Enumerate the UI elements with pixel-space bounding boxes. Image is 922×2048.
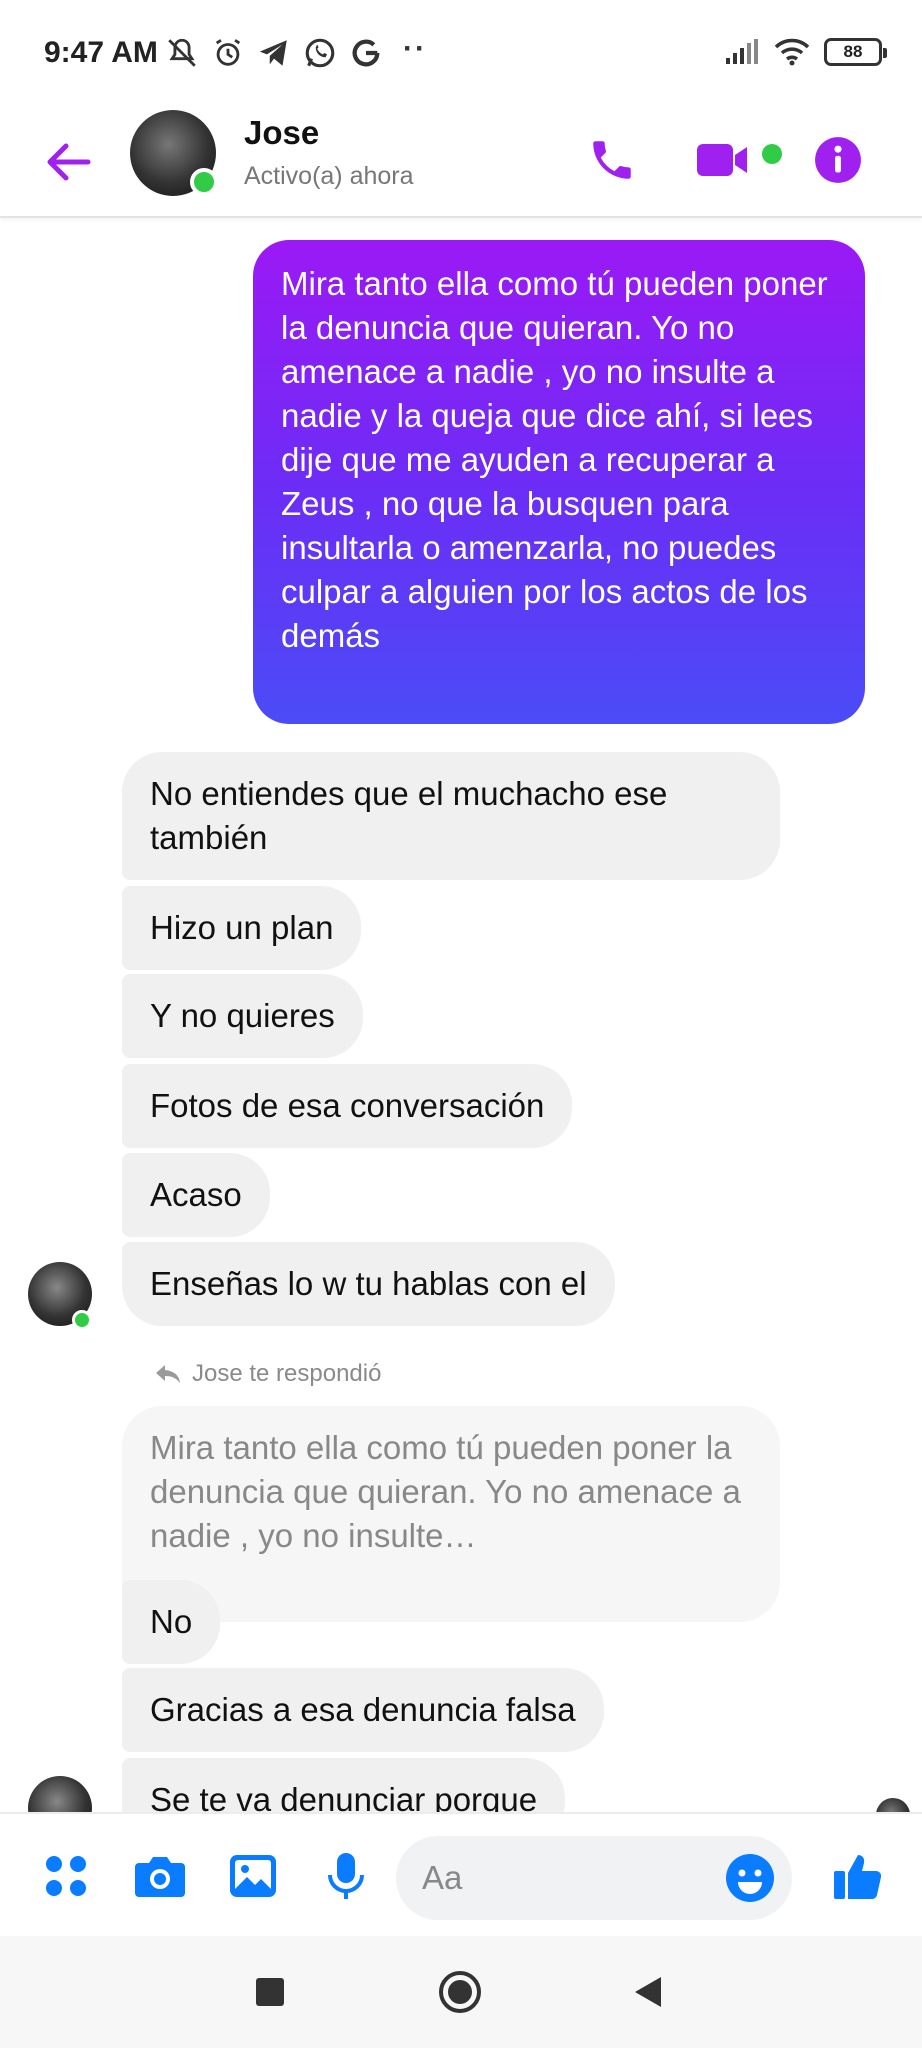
voice-message-button[interactable] [314,1844,378,1908]
emoji-button[interactable] [724,1852,776,1904]
phone-icon [593,141,631,179]
online-indicator [190,168,218,196]
notification-icons: ·· [165,32,427,70]
recents-button[interactable] [240,1962,300,2022]
system-icons: 88 [724,38,887,66]
status-bar: 9:47 AM ·· 88 [0,0,922,110]
incoming-message[interactable]: Y no quieres [122,974,363,1058]
more-notifications: ·· [403,32,427,65]
status-time: 9:47 AM [44,36,158,69]
like-button[interactable] [826,1844,890,1908]
info-button[interactable] [806,128,870,192]
back-nav-button[interactable] [618,1962,678,2022]
back-button[interactable] [40,134,96,190]
incoming-message[interactable]: Fotos de esa conversación [122,1064,573,1148]
conversation-header: Jose Activo(a) ahora [0,110,922,218]
online-indicator [72,1310,92,1330]
more-actions-button[interactable] [34,1844,98,1908]
home-circle-icon [439,1971,481,2013]
gallery-button[interactable] [221,1844,285,1908]
message-composer [0,1812,922,1936]
contact-status: Activo(a) ahora [244,162,414,190]
thumbs-up-icon [834,1855,882,1900]
battery-level: 88 [843,42,863,61]
outgoing-message[interactable]: Mira tanto ella como tú pueden poner la … [253,240,865,724]
reply-label-text: Jose te respondió [192,1360,382,1387]
video-call-button[interactable] [692,128,756,192]
smiley-icon [726,1854,774,1902]
incoming-message[interactable]: No [122,1580,221,1664]
video-active-dot [762,144,782,164]
whatsapp-icon [305,38,335,68]
triangle-back-icon [635,1977,661,2007]
voice-call-button[interactable] [580,128,644,192]
home-button[interactable] [430,1962,490,2022]
alarm-icon [215,39,241,66]
back-arrow-icon [47,143,91,181]
seen-indicator-avatar [876,1798,910,1812]
incoming-message[interactable]: No entiendes que el muchacho ese también [122,752,780,880]
camera-icon [135,1857,185,1897]
wifi-icon [774,38,810,66]
message-list[interactable]: Mira tanto ella como tú pueden poner la … [0,220,922,1812]
grid-dots-icon [46,1856,86,1896]
sender-avatar[interactable] [28,1776,92,1812]
square-icon [256,1978,284,2006]
reply-arrow-icon [156,1365,180,1383]
incoming-message[interactable]: Gracias a esa denuncia falsa [122,1668,604,1752]
incoming-message[interactable]: Hizo un plan [122,886,362,970]
info-icon [815,137,861,183]
microphone-icon [328,1853,364,1899]
reply-indicator: Jose te respondió [154,1360,381,1388]
system-navigation-bar [0,1936,922,2048]
incoming-message[interactable]: Enseñas lo w tu hablas con el [122,1242,615,1326]
image-icon [230,1855,276,1897]
incoming-message[interactable]: Se te va denunciar porque [122,1758,566,1812]
battery-indicator: 88 [824,38,887,66]
telegram-icon [259,40,287,66]
camera-button[interactable] [128,1844,192,1908]
muted-bell-icon [168,38,196,67]
google-icon [352,39,380,67]
quoted-message[interactable]: Mira tanto ella como tú pueden poner la … [122,1406,780,1622]
signal-icon [726,39,758,64]
video-camera-icon [697,144,747,176]
incoming-message[interactable]: Acaso [122,1153,270,1237]
contact-name[interactable]: Jose [244,114,319,152]
